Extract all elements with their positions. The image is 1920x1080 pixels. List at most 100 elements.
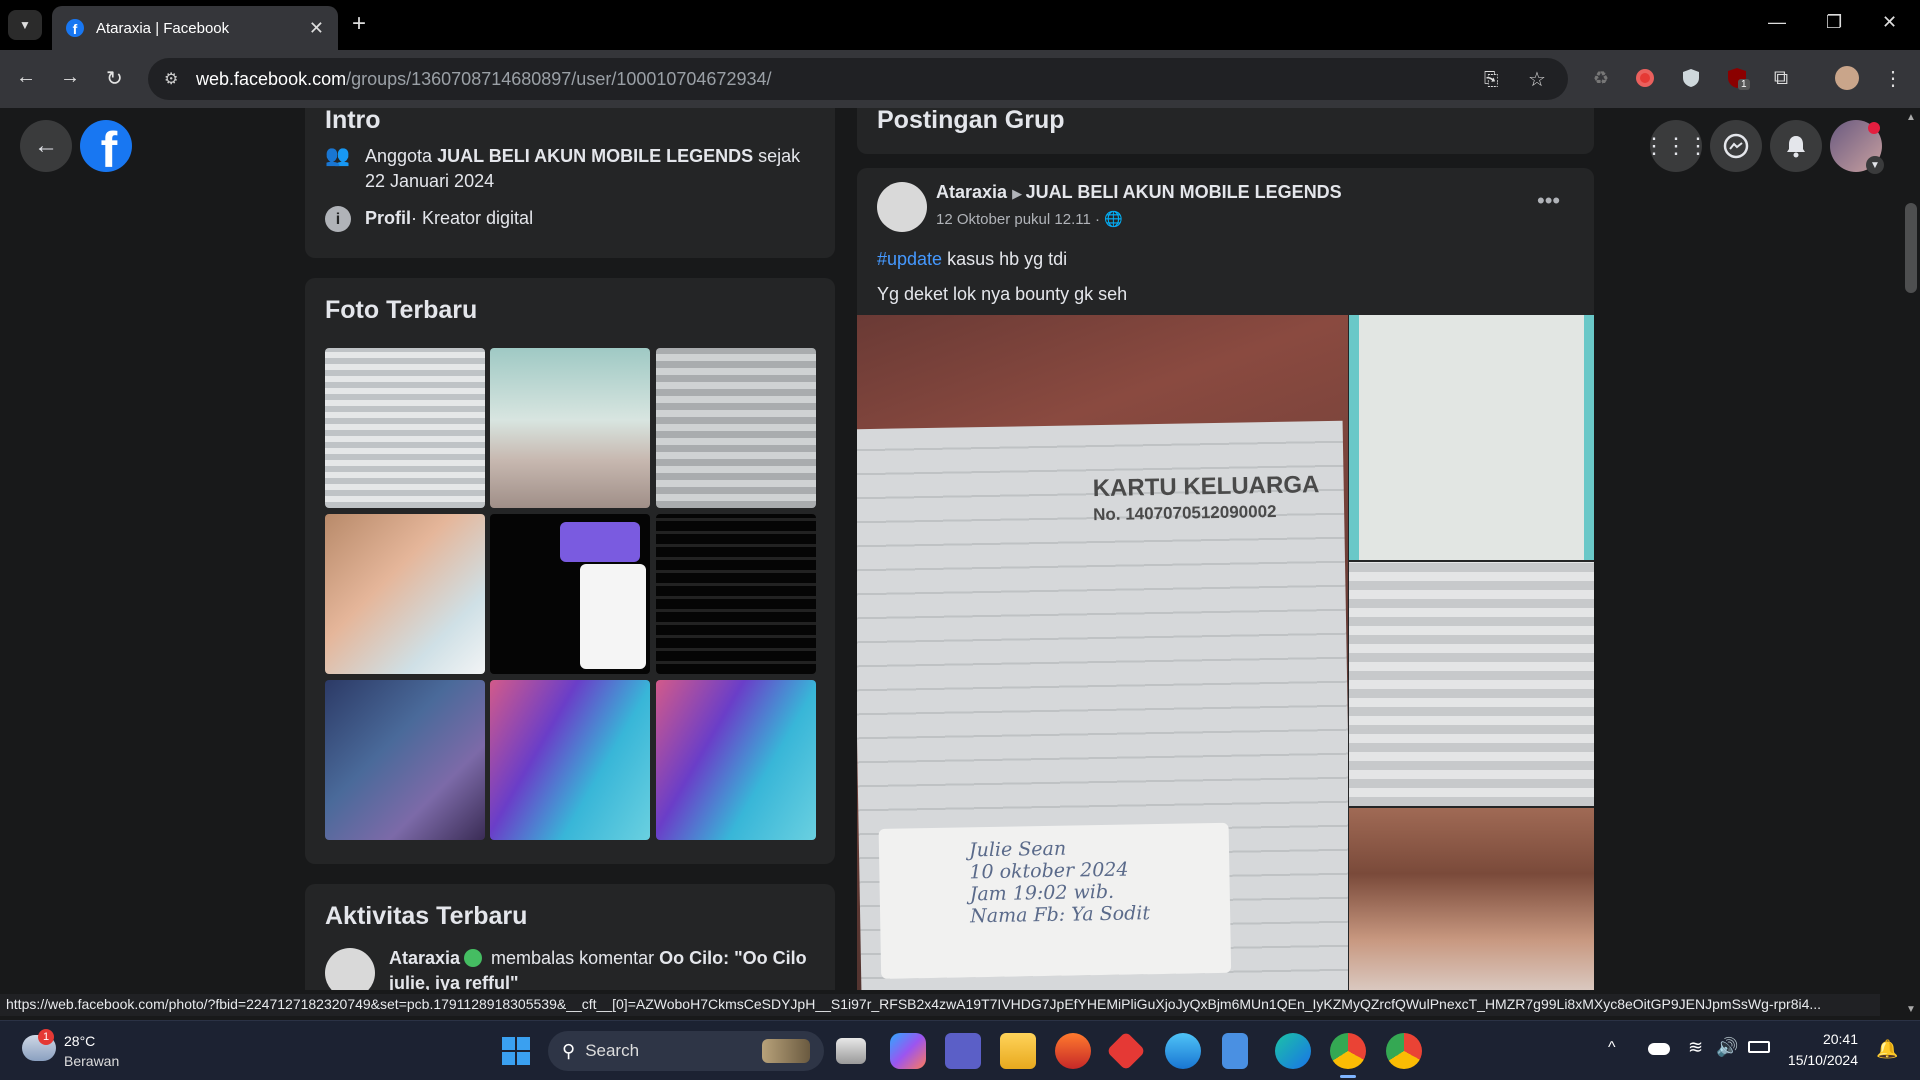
post-image-4[interactable] bbox=[1349, 808, 1594, 990]
account-avatar[interactable]: ▼ bbox=[1830, 120, 1884, 174]
search-highlight-image bbox=[762, 1039, 810, 1063]
browser-tab-strip: ▼ f Ataraxia | Facebook ✕ + — ❐ ✕ bbox=[0, 0, 1920, 50]
menu-grid-button[interactable]: ⋮⋮⋮ bbox=[1643, 120, 1709, 172]
taskbar-search[interactable]: ⚲ Search bbox=[548, 1031, 824, 1071]
clock-date[interactable]: 15/10/2024 bbox=[1784, 1052, 1858, 1068]
post-image-2[interactable] bbox=[1349, 315, 1594, 560]
back-arrow-icon: ← bbox=[34, 132, 58, 159]
teams-icon[interactable] bbox=[945, 1033, 981, 1069]
activity-name[interactable]: Ataraxia bbox=[389, 948, 460, 968]
facebook-logo[interactable]: f bbox=[80, 120, 132, 172]
photo-thumb-4[interactable] bbox=[325, 514, 485, 674]
chrome-profile-avatar[interactable] bbox=[1834, 65, 1860, 91]
photo-thumb-8[interactable] bbox=[490, 680, 650, 840]
volume-icon[interactable]: 🔊 bbox=[1716, 1037, 1738, 1058]
activity-avatar[interactable] bbox=[325, 948, 375, 990]
tab-search-button[interactable]: ▼ bbox=[8, 10, 42, 40]
battery-icon[interactable] bbox=[1748, 1041, 1770, 1053]
app-flame-icon[interactable] bbox=[1055, 1033, 1091, 1069]
back-button[interactable]: ← bbox=[16, 66, 36, 89]
address-bar[interactable]: ⚙ web.facebook.com/groups/13607087146808… bbox=[148, 58, 1568, 100]
post-options-button[interactable]: ••• bbox=[1537, 188, 1560, 214]
post-group-link[interactable]: JUAL BELI AKUN MOBILE LEGENDS bbox=[1026, 182, 1342, 202]
browser-tab-active[interactable]: f Ataraxia | Facebook ✕ bbox=[52, 6, 338, 50]
clock-time[interactable]: 20:41 bbox=[1794, 1031, 1858, 1047]
url-path: /groups/1360708714680897/user/1000107046… bbox=[346, 68, 772, 89]
globe-icon: 🌐 bbox=[1104, 211, 1123, 228]
group-members-icon: 👥 bbox=[325, 145, 350, 167]
post-hashtag[interactable]: #update bbox=[877, 249, 942, 269]
minimize-button[interactable]: — bbox=[1768, 12, 1786, 33]
restore-button[interactable]: ❐ bbox=[1826, 12, 1842, 33]
search-icon: ⚲ bbox=[562, 1040, 576, 1061]
copilot-icon[interactable] bbox=[890, 1033, 926, 1069]
page-scrollbar[interactable]: ▲ ▼ bbox=[1902, 108, 1920, 1020]
edge-icon[interactable] bbox=[1275, 1033, 1311, 1069]
extension-ublock-icon[interactable]: 1 bbox=[1724, 65, 1750, 91]
messenger-button[interactable] bbox=[1710, 120, 1762, 172]
extension-badge: 1 bbox=[1738, 79, 1750, 90]
help-app-icon[interactable] bbox=[1165, 1033, 1201, 1069]
weather-temp: 28°C bbox=[64, 1033, 96, 1049]
search-label: Search bbox=[585, 1041, 640, 1060]
photo-thumb-9[interactable] bbox=[656, 680, 816, 840]
scroll-thumb[interactable] bbox=[1905, 203, 1917, 293]
post-card: Ataraxia ▶ JUAL BELI AKUN MOBILE LEGENDS… bbox=[857, 168, 1594, 990]
post-author-avatar[interactable] bbox=[877, 182, 927, 232]
scroll-down-icon[interactable]: ▼ bbox=[1906, 1004, 1916, 1015]
chrome-icon-2[interactable] bbox=[1386, 1033, 1422, 1069]
weather-badge: 1 bbox=[38, 1029, 54, 1045]
windows-taskbar: 1 28°C Berawan ⚲ Search ^ ≋ 🔊 20:41 15/1… bbox=[0, 1020, 1920, 1080]
post-time[interactable]: 12 Oktober pukul 12.11 · bbox=[936, 211, 1100, 228]
onedrive-icon[interactable] bbox=[1648, 1043, 1670, 1055]
post-author[interactable]: Ataraxia bbox=[936, 182, 1007, 202]
facebook-favicon-icon: f bbox=[66, 19, 84, 37]
notepad-icon[interactable] bbox=[1222, 1033, 1248, 1069]
chrome-menu-icon[interactable]: ⋮ bbox=[1880, 65, 1906, 91]
photo-thumb-3[interactable] bbox=[656, 348, 816, 508]
verified-badge-icon bbox=[464, 949, 483, 967]
forward-button[interactable]: → bbox=[60, 66, 80, 89]
task-view-icon[interactable] bbox=[836, 1038, 866, 1064]
extension-shield-icon[interactable] bbox=[1678, 65, 1704, 91]
start-button[interactable] bbox=[502, 1037, 530, 1065]
photo-thumb-1[interactable] bbox=[325, 348, 485, 508]
tray-chevron-icon[interactable]: ^ bbox=[1608, 1039, 1616, 1057]
site-info-icon[interactable]: ⚙ bbox=[164, 69, 178, 89]
notification-dot bbox=[1868, 122, 1880, 134]
extensions-puzzle-icon[interactable]: ⧉ bbox=[1768, 65, 1794, 91]
bookmark-star-icon[interactable]: ☆ bbox=[1528, 67, 1546, 92]
recent-activity-card: Aktivitas Terbaru Ataraxia membalas kome… bbox=[305, 884, 835, 990]
extension-recycle-icon[interactable]: ♻ bbox=[1588, 65, 1614, 91]
app-diamond-icon[interactable] bbox=[1106, 1031, 1146, 1071]
recent-photos-card: Foto Terbaru bbox=[305, 278, 835, 864]
close-window-button[interactable]: ✕ bbox=[1882, 12, 1897, 33]
wifi-icon[interactable]: ≋ bbox=[1688, 1037, 1703, 1058]
weather-widget[interactable]: 1 28°C Berawan bbox=[22, 1029, 162, 1073]
photo-thumb-2[interactable] bbox=[490, 348, 650, 508]
post-image-main[interactable]: KARTU KELUARGA No. 1407070512090002 Juli… bbox=[857, 315, 1348, 990]
info-icon: i bbox=[325, 206, 351, 232]
post-meta: 12 Oktober pukul 12.11 · 🌐 bbox=[936, 210, 1123, 228]
post-image-3[interactable] bbox=[1349, 562, 1594, 806]
profile-label: Profil bbox=[365, 208, 412, 228]
extension-record-icon[interactable] bbox=[1632, 65, 1658, 91]
file-explorer-icon[interactable] bbox=[1000, 1033, 1036, 1069]
document-page: KARTU KELUARGA No. 1407070512090002 Juli… bbox=[857, 420, 1348, 990]
photo-thumb-6[interactable] bbox=[656, 514, 816, 674]
install-app-icon[interactable]: ⎘ bbox=[1484, 69, 1498, 90]
intro-group-link[interactable]: JUAL BELI AKUN MOBILE LEGENDS bbox=[437, 146, 753, 166]
notification-bell-icon[interactable]: 🔔 bbox=[1876, 1039, 1898, 1060]
back-arrow-button[interactable]: ← bbox=[20, 120, 72, 172]
photo-thumb-5[interactable] bbox=[490, 514, 650, 674]
tab-title: Ataraxia | Facebook bbox=[96, 19, 230, 37]
facebook-page: ← f ⋮⋮⋮ ▼ Intro 👥 Anggota JUAL BELI AKUN… bbox=[0, 108, 1920, 990]
link-status-bubble: https://web.facebook.com/photo/?fbid=224… bbox=[0, 994, 1880, 1016]
notifications-button[interactable] bbox=[1770, 120, 1822, 172]
reload-button[interactable]: ↻ bbox=[106, 66, 123, 91]
chrome-icon-1[interactable] bbox=[1330, 1033, 1366, 1069]
scroll-up-icon[interactable]: ▲ bbox=[1906, 112, 1916, 123]
photo-thumb-7[interactable] bbox=[325, 680, 485, 840]
new-tab-button[interactable]: + bbox=[352, 10, 366, 38]
tab-close-icon[interactable]: ✕ bbox=[309, 18, 324, 39]
